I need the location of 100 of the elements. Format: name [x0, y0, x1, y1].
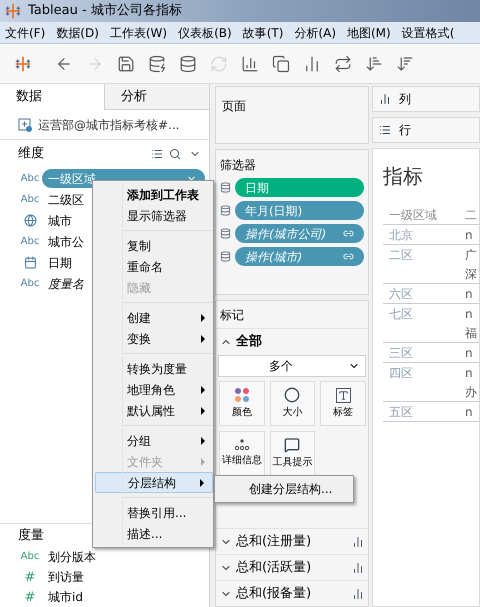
submenu-arrow-icon	[201, 458, 205, 466]
database-icon[interactable]	[148, 54, 166, 72]
bar-chart-icon[interactable]	[303, 54, 321, 72]
mark-button[interactable]: 大小	[270, 381, 316, 426]
group-title: 全部	[236, 332, 262, 352]
column-header: 二	[465, 206, 477, 224]
dots-icon	[234, 439, 250, 451]
mark-button[interactable]: 详细信息	[219, 431, 265, 476]
datasource-icon	[18, 118, 32, 132]
menu-item[interactable]: 分组	[95, 430, 213, 451]
abc-icon: Abc	[20, 552, 40, 562]
submenu-arrow-icon	[201, 406, 205, 414]
mark-type-dropdown[interactable]: 多个	[218, 355, 366, 377]
speech-bubble-icon	[284, 437, 300, 453]
abc-icon: Abc	[20, 236, 40, 246]
logo-button[interactable]	[14, 54, 32, 72]
field-name[interactable]: 到访量	[48, 568, 84, 586]
table-cell-text: 深	[465, 266, 477, 282]
table-cell-text: 二区	[388, 246, 414, 264]
menu-item[interactable]: 仪表板(B)	[176, 24, 234, 42]
table-cell-text: 北京	[388, 226, 414, 244]
menu-item[interactable]: 重命名	[95, 256, 213, 277]
menu-item[interactable]: 替换引用...	[95, 502, 213, 523]
globe-icon	[24, 214, 36, 227]
menu-item[interactable]: 复制	[95, 235, 213, 256]
menu-item[interactable]: 数据(D)	[54, 24, 101, 42]
submenu-arrow-icon	[200, 478, 204, 486]
table-cell-text: 五区	[388, 404, 414, 420]
table-cell-text: n	[465, 286, 473, 302]
logo-icon	[4, 2, 22, 20]
abc-icon: Abc	[20, 194, 40, 204]
bar-chart-icon[interactable]	[241, 54, 259, 72]
menu-item[interactable]: 变换	[95, 328, 213, 349]
sort-descending-icon[interactable]	[396, 54, 414, 72]
bar-chart-icon	[352, 536, 364, 548]
abc-icon: Abc	[20, 174, 40, 184]
sort-ascending-icon[interactable]	[365, 54, 383, 72]
mark-button[interactable]: 工具提示	[270, 431, 316, 476]
database-icon	[220, 182, 231, 193]
submenu-arrow-icon	[201, 386, 205, 394]
table-cell-text: 广	[465, 246, 477, 264]
field-name[interactable]: 总和(注册量)	[236, 532, 312, 552]
field-name[interactable]: 总和(报备量)	[236, 584, 312, 604]
table-cell-text: n	[465, 364, 474, 382]
table-cell-text: n	[465, 306, 474, 322]
menu-item[interactable]: 创建	[95, 307, 213, 328]
table-cell-text: 办	[465, 384, 477, 400]
swap-icon[interactable]	[334, 54, 352, 72]
panel-tab[interactable]: 分析	[104, 84, 209, 110]
card-title: 筛选器	[220, 157, 257, 174]
table-cell-text: 七区	[388, 306, 414, 322]
field-name[interactable]: 城市id	[48, 588, 83, 606]
datasource-name[interactable]: 运营部@城市指标考核#...	[38, 116, 180, 134]
table-cell-text: 三区	[388, 344, 414, 362]
mark-button[interactable]: 颜色	[219, 381, 265, 426]
database-icon	[220, 251, 231, 262]
link-icon	[343, 228, 354, 239]
shelf-label: 行	[399, 122, 411, 139]
circles-icon	[284, 387, 300, 403]
menu-item[interactable]: 转换为度量	[95, 358, 213, 379]
database-icon[interactable]	[179, 54, 197, 72]
link-icon	[343, 251, 354, 262]
number-sign-icon: #	[24, 570, 36, 584]
color-dots-icon	[234, 387, 250, 403]
section-title: 度量	[18, 526, 44, 545]
bar-chart-icon	[352, 588, 364, 600]
sheet-title: 指标	[383, 163, 424, 190]
text-icon	[336, 388, 351, 402]
menu-item[interactable]: 设置格式(	[400, 24, 456, 42]
mark-button[interactable]: 标签	[320, 381, 366, 426]
menu-item[interactable]: 文件(F)	[3, 24, 48, 42]
menu-item[interactable]: 显示筛选器	[95, 205, 213, 226]
database-icon	[220, 228, 231, 239]
menu-item[interactable]: 分析(A)	[292, 24, 338, 42]
window-title: Tableau - 城市公司各指标	[28, 2, 182, 20]
menu-item[interactable]: 地理角色	[95, 379, 213, 400]
search-icon[interactable]	[169, 148, 181, 160]
table-cell-text: 福	[465, 324, 477, 342]
card-title: 标记	[220, 306, 244, 324]
menu-item[interactable]: 分层结构	[95, 472, 213, 493]
field-name[interactable]: 总和(活跃量)	[236, 558, 312, 578]
copy-icon[interactable]	[272, 54, 290, 72]
menu-item[interactable]: 描述...	[95, 523, 213, 544]
menu-item[interactable]: 故事(T)	[240, 24, 286, 42]
table-cell-text: 六区	[388, 286, 414, 302]
field-name[interactable]: 划分版本	[48, 548, 96, 566]
menu-item[interactable]: 创建分层结构...	[215, 478, 353, 500]
menu-item[interactable]: 地图(M)	[345, 24, 393, 42]
save-icon[interactable]	[117, 54, 135, 72]
abc-icon: Abc	[20, 278, 40, 288]
column-header: 一级区域	[388, 206, 438, 224]
calendar-icon	[24, 256, 36, 269]
database-icon	[220, 205, 231, 216]
submenu-arrow-icon	[201, 314, 205, 322]
number-sign-icon: #	[24, 590, 36, 604]
menu-item[interactable]: 工作表(W)	[108, 24, 170, 42]
card-title: 页面	[222, 99, 246, 113]
table-cell-text: n	[465, 404, 473, 420]
logo-icon	[14, 54, 32, 72]
menu-item[interactable]: 默认属性	[95, 400, 213, 421]
